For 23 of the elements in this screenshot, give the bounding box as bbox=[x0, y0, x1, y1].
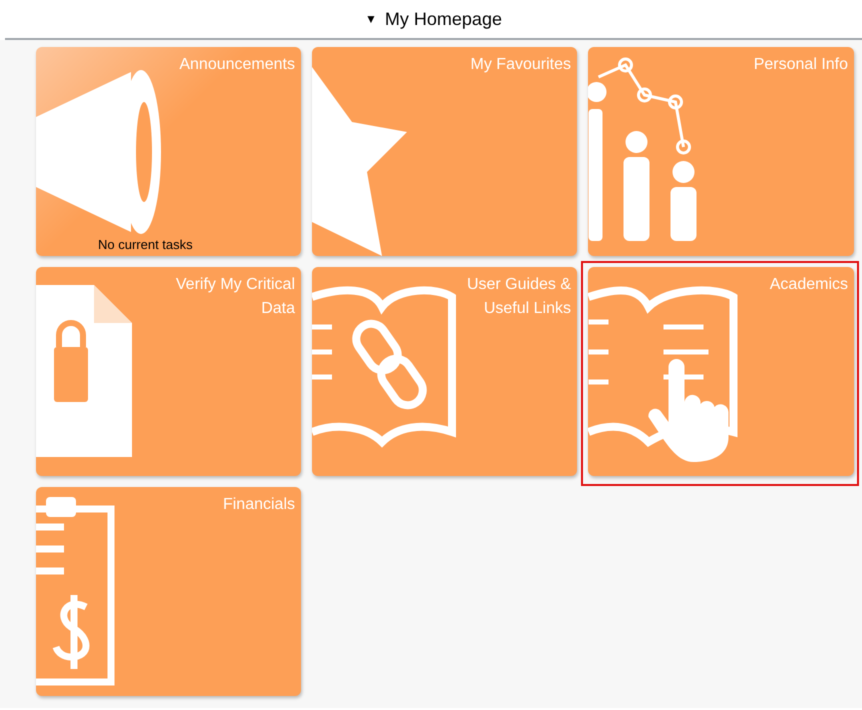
tile-note: No current tasks bbox=[98, 236, 193, 254]
tile-title: Verify My Critical Data bbox=[176, 276, 295, 317]
megaphone-icon bbox=[36, 70, 161, 234]
page-title: My Homepage bbox=[384, 8, 502, 31]
caret-icon[interactable]: ▼ bbox=[365, 10, 377, 28]
clipboard-with-dollar-icon bbox=[36, 497, 114, 686]
padlock-icon bbox=[54, 320, 88, 402]
tile[interactable]: Academics bbox=[588, 267, 854, 476]
tile[interactable]: Announcements No current tasks bbox=[36, 47, 301, 256]
tile[interactable]: Financials bbox=[36, 487, 301, 696]
tile[interactable]: My Favourites bbox=[312, 47, 577, 256]
tile-title: My Favourites bbox=[470, 56, 571, 73]
tile-title: Personal Info bbox=[754, 56, 848, 73]
star-icon bbox=[312, 67, 407, 256]
tile-title: User Guides & Useful Links bbox=[466, 276, 571, 317]
book-with-hand-icon bbox=[588, 286, 738, 462]
tile[interactable]: User Guides & Useful Links bbox=[312, 267, 577, 476]
tile[interactable]: Personal Info bbox=[588, 47, 854, 256]
tile[interactable]: Verify My Critical Data bbox=[36, 267, 301, 476]
tile-title: Financials bbox=[222, 496, 295, 513]
tile-title: Academics bbox=[770, 276, 848, 293]
book-with-link-icon bbox=[312, 286, 456, 446]
tile-title: Announcements bbox=[179, 56, 295, 73]
